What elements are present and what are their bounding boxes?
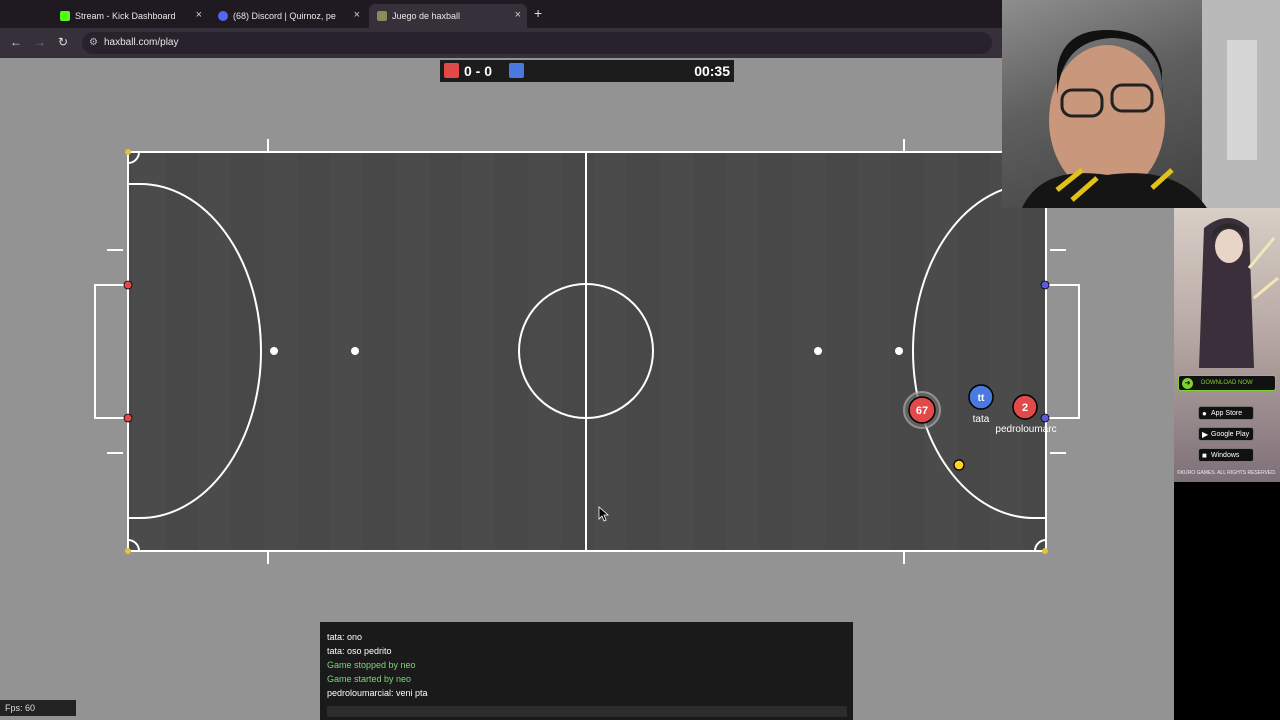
store-label: Google Play (1211, 431, 1250, 438)
ball (953, 459, 965, 471)
tab-haxball[interactable]: Juego de haxball × (369, 4, 527, 28)
chat-message: pedroloumarcial: veni pta (327, 688, 428, 698)
player-name: tata (973, 414, 990, 425)
arrow-right-icon: ➜ (1182, 378, 1193, 389)
score: 0 - 0 (464, 63, 493, 79)
google-play-button[interactable]: ▶ Google Play (1198, 427, 1254, 441)
side-blank-area (1174, 482, 1280, 720)
tab-bar: Stream - Kick Dashboard × (68) Discord |… (0, 0, 1002, 28)
ad-copyright: ©KURO GAMES. ALL RIGHTS RESERVED. (1177, 470, 1277, 476)
red-goalpost (123, 280, 133, 290)
tab-discord[interactable]: (68) Discord | Quirnoz, pe × (210, 4, 366, 28)
haxball-icon (377, 11, 387, 21)
forward-icon[interactable]: → (34, 35, 46, 49)
apple-icon: ● (1202, 409, 1207, 418)
address-bar-area: ← → ↻ ⚙ haxball.com/play (0, 28, 1002, 58)
tab-title: Juego de haxball (392, 11, 461, 21)
tab-title: Stream - Kick Dashboard (75, 11, 176, 21)
chat-input[interactable] (327, 706, 847, 717)
discord-icon (218, 11, 228, 21)
site-settings-icon[interactable]: ⚙ (89, 32, 98, 54)
app-store-button[interactable]: ● App Store (1198, 406, 1254, 420)
new-tab-button[interactable]: + (534, 5, 542, 21)
streamer-webcam-image (1022, 0, 1280, 208)
corner-post (125, 548, 131, 554)
corner-post (1042, 548, 1048, 554)
blue-team-icon (509, 63, 524, 78)
game-timer: 00:35 (694, 63, 730, 79)
tab-title: (68) Discord | Quirnoz, pe (233, 11, 336, 21)
download-label: DOWNLOAD NOW (1201, 380, 1253, 386)
blue-goalpost (1040, 280, 1050, 290)
player-avatar-label: tt (978, 393, 985, 404)
game-field[interactable]: 67 tt tata 2 pedroloumarc (0, 58, 1174, 720)
back-icon[interactable]: ← (10, 35, 22, 49)
windows-icon: ■ (1202, 451, 1207, 460)
chat-message: tata: oso pedrito (327, 646, 392, 656)
close-tab-icon[interactable]: × (354, 9, 360, 21)
corner-post (125, 149, 131, 155)
store-label: Windows (1211, 452, 1240, 459)
player-name: pedroloumarc (995, 424, 1056, 435)
store-label: App Store (1211, 410, 1243, 417)
red-team-icon (444, 63, 459, 78)
red-goalpost (123, 413, 133, 423)
player-avatar-label: 2 (1022, 402, 1028, 414)
url-text: haxball.com/play (104, 37, 179, 48)
player-avatar-label: 67 (916, 405, 928, 417)
blue-goalpost (1040, 413, 1050, 423)
url-input[interactable]: ⚙ haxball.com/play (82, 32, 992, 54)
close-tab-icon[interactable]: × (196, 9, 202, 21)
close-tab-icon[interactable]: × (515, 9, 521, 21)
chat-panel: tata: ono tata: oso pedrito Game stopped… (320, 622, 853, 720)
chat-system-message: Game started by neo (327, 674, 412, 684)
scoreboard: 0 - 0 00:35 (440, 60, 734, 82)
windows-button[interactable]: ■ Windows (1198, 448, 1254, 462)
download-now-button[interactable]: ➜ DOWNLOAD NOW (1178, 375, 1276, 391)
tab-kick[interactable]: Stream - Kick Dashboard × (52, 4, 208, 28)
webcam-overlay (1002, 0, 1280, 208)
chat-message: tata: ono (327, 632, 363, 642)
fps-counter: Fps: 60 (0, 700, 76, 716)
reload-icon[interactable]: ↻ (58, 35, 68, 49)
ad-artwork-image (1199, 218, 1279, 368)
chat-system-message: Game stopped by neo (327, 660, 416, 670)
ad-banner[interactable]: ➜ DOWNLOAD NOW ● App Store ▶ Google Play… (1174, 208, 1280, 482)
play-icon: ▶ (1202, 430, 1209, 439)
kick-icon (60, 11, 70, 21)
